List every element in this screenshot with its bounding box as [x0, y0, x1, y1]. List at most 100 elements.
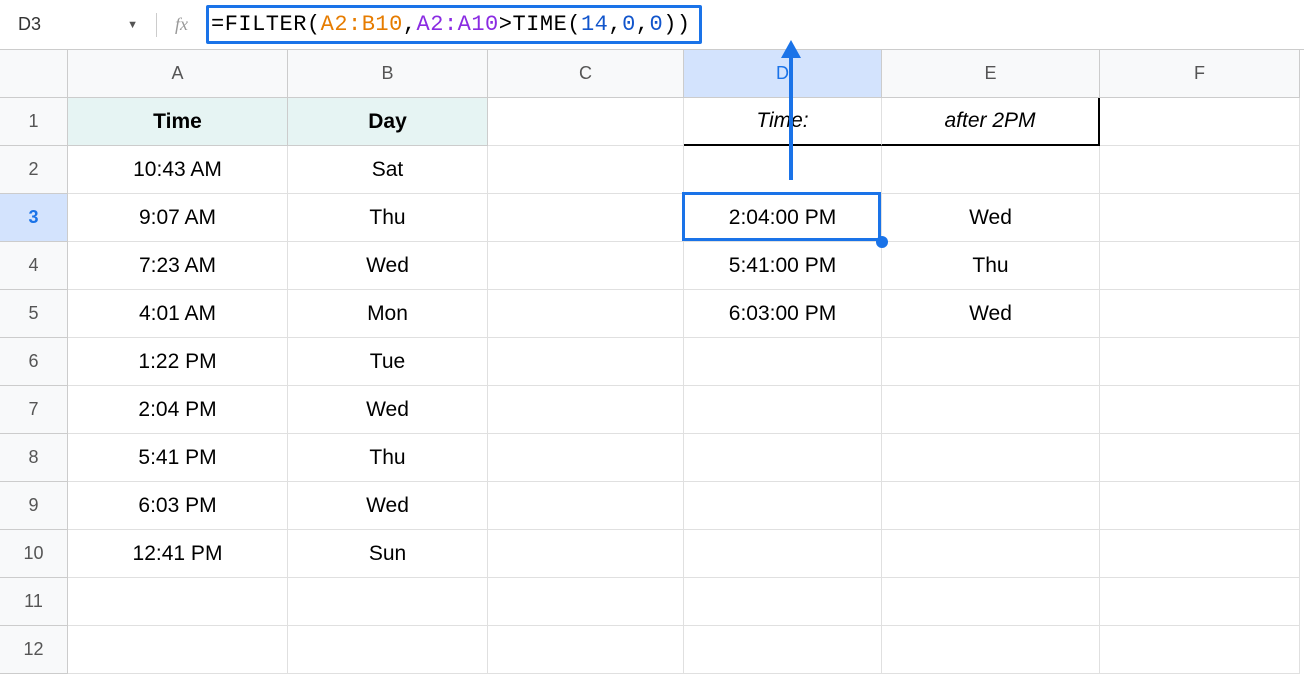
cell-B4[interactable]: Wed — [288, 242, 488, 290]
cell-C3[interactable] — [488, 194, 684, 242]
cell-A4[interactable]: 7:23 AM — [68, 242, 288, 290]
cell-C5[interactable] — [488, 290, 684, 338]
column-header-F[interactable]: F — [1100, 50, 1300, 98]
cell-C1[interactable] — [488, 98, 684, 146]
row-header-6[interactable]: 6 — [0, 338, 68, 386]
cell-B9[interactable]: Wed — [288, 482, 488, 530]
cell-A5[interactable]: 4:01 AM — [68, 290, 288, 338]
cell-C9[interactable] — [488, 482, 684, 530]
cell-C7[interactable] — [488, 386, 684, 434]
cell-F9[interactable] — [1100, 482, 1300, 530]
cell-F4[interactable] — [1100, 242, 1300, 290]
cell-B11[interactable] — [288, 578, 488, 626]
row-header-8[interactable]: 8 — [0, 434, 68, 482]
cell-F2[interactable] — [1100, 146, 1300, 194]
cell-E12[interactable] — [882, 626, 1100, 674]
cell-A1[interactable]: Time — [68, 98, 288, 146]
cell-A11[interactable] — [68, 578, 288, 626]
cell-B2[interactable]: Sat — [288, 146, 488, 194]
cell-C10[interactable] — [488, 530, 684, 578]
cell-D3[interactable]: 2:04:00 PM — [684, 194, 882, 242]
column-header-B[interactable]: B — [288, 50, 488, 98]
row-header-7[interactable]: 7 — [0, 386, 68, 434]
row-header-2[interactable]: 2 — [0, 146, 68, 194]
cell-F11[interactable] — [1100, 578, 1300, 626]
fill-handle[interactable] — [876, 236, 888, 248]
cell-C2[interactable] — [488, 146, 684, 194]
toolbar: D3 ▼ fx =FILTER(A2:B10,A2:A10>TIME(14,0,… — [0, 0, 1304, 50]
row-header-11[interactable]: 11 — [0, 578, 68, 626]
cell-E1[interactable]: after 2PM — [882, 98, 1100, 146]
cell-D8[interactable] — [684, 434, 882, 482]
row-header-9[interactable]: 9 — [0, 482, 68, 530]
cell-A8[interactable]: 5:41 PM — [68, 434, 288, 482]
cell-E5[interactable]: Wed — [882, 290, 1100, 338]
column-header-A[interactable]: A — [68, 50, 288, 98]
cell-D4[interactable]: 5:41:00 PM — [684, 242, 882, 290]
cell-D1[interactable]: Time: — [684, 98, 882, 146]
cell-D6[interactable] — [684, 338, 882, 386]
cell-D10[interactable] — [684, 530, 882, 578]
cell-C8[interactable] — [488, 434, 684, 482]
cell-B7[interactable]: Wed — [288, 386, 488, 434]
cell-E2[interactable] — [882, 146, 1100, 194]
cell-F3[interactable] — [1100, 194, 1300, 242]
cell-E3[interactable]: Wed — [882, 194, 1100, 242]
cell-E9[interactable] — [882, 482, 1100, 530]
select-all-corner[interactable] — [0, 50, 68, 98]
cell-F10[interactable] — [1100, 530, 1300, 578]
cell-E6[interactable] — [882, 338, 1100, 386]
cell-A2[interactable]: 10:43 AM — [68, 146, 288, 194]
cell-B5[interactable]: Mon — [288, 290, 488, 338]
cell-C6[interactable] — [488, 338, 684, 386]
row-header-5[interactable]: 5 — [0, 290, 68, 338]
cell-E11[interactable] — [882, 578, 1100, 626]
cell-C4[interactable] — [488, 242, 684, 290]
cell-B8[interactable]: Thu — [288, 434, 488, 482]
row-header-3[interactable]: 3 — [0, 194, 68, 242]
cell-A9[interactable]: 6:03 PM — [68, 482, 288, 530]
cell-D11[interactable] — [684, 578, 882, 626]
cell-D2[interactable] — [684, 146, 882, 194]
cell-B12[interactable] — [288, 626, 488, 674]
cell-D9[interactable] — [684, 482, 882, 530]
cell-D7[interactable] — [684, 386, 882, 434]
row-header-10[interactable]: 10 — [0, 530, 68, 578]
cell-A10[interactable]: 12:41 PM — [68, 530, 288, 578]
cell-F1[interactable] — [1100, 98, 1300, 146]
cell-F8[interactable] — [1100, 434, 1300, 482]
cell-F7[interactable] — [1100, 386, 1300, 434]
column-header-E[interactable]: E — [882, 50, 1100, 98]
formula-token: 0 — [622, 12, 636, 37]
cell-B1[interactable]: Day — [288, 98, 488, 146]
row-header-4[interactable]: 4 — [0, 242, 68, 290]
column-header-D[interactable]: D — [684, 50, 882, 98]
cell-C12[interactable] — [488, 626, 684, 674]
column-header-C[interactable]: C — [488, 50, 684, 98]
cell-B3[interactable]: Thu — [288, 194, 488, 242]
cell-B10[interactable]: Sun — [288, 530, 488, 578]
cell-A7[interactable]: 2:04 PM — [68, 386, 288, 434]
row-header-12[interactable]: 12 — [0, 626, 68, 674]
formula-bar[interactable]: =FILTER(A2:B10,A2:A10>TIME(14,0,0)) — [206, 7, 1296, 43]
cell-F6[interactable] — [1100, 338, 1300, 386]
row-header-1[interactable]: 1 — [0, 98, 68, 146]
cell-D5[interactable]: 6:03:00 PM — [684, 290, 882, 338]
cells-area[interactable]: TimeDayTime:after 2PM10:43 AMSat9:07 AMT… — [68, 98, 1300, 674]
cell-C11[interactable] — [488, 578, 684, 626]
name-box[interactable]: D3 ▼ — [8, 7, 148, 43]
formula-token: >TIME( — [499, 12, 581, 37]
cell-E7[interactable] — [882, 386, 1100, 434]
cell-E4[interactable]: Thu — [882, 242, 1100, 290]
cell-D12[interactable] — [684, 626, 882, 674]
cell-F5[interactable] — [1100, 290, 1300, 338]
formula-token: =FILTER( — [211, 12, 321, 37]
dropdown-icon[interactable]: ▼ — [127, 19, 138, 31]
cell-E8[interactable] — [882, 434, 1100, 482]
cell-B6[interactable]: Tue — [288, 338, 488, 386]
cell-E10[interactable] — [882, 530, 1100, 578]
cell-A6[interactable]: 1:22 PM — [68, 338, 288, 386]
cell-A3[interactable]: 9:07 AM — [68, 194, 288, 242]
cell-F12[interactable] — [1100, 626, 1300, 674]
cell-A12[interactable] — [68, 626, 288, 674]
